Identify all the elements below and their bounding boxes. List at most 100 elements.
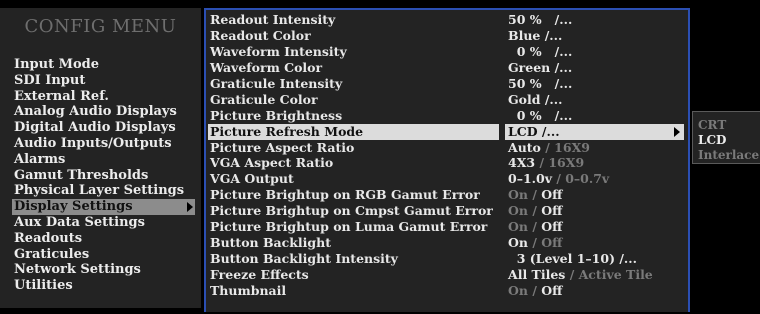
inactive-option: On / <box>508 203 542 219</box>
menu-item-label: Graticules <box>14 246 90 262</box>
inactive-option: / Off <box>527 235 563 251</box>
active-option: Off <box>541 187 563 203</box>
display-settings-panel: Readout Intensity 50 % /... Readout Color… <box>204 8 690 312</box>
setting-value[interactable]: 0–1.0v / 0–0.7v <box>508 171 684 187</box>
menu-item-label: Network Settings <box>14 262 141 278</box>
setting-row-graticule-color[interactable]: Graticule Color Gold /... <box>206 92 688 108</box>
active-option: Off <box>541 282 563 298</box>
setting-label: VGA Aspect Ratio <box>210 155 334 171</box>
setting-row-vga-output[interactable]: VGA Output 0–1.0v / 0–0.7v <box>206 171 688 187</box>
menu-item-label: External Ref. <box>14 88 109 104</box>
menu-item-label: Input Mode <box>14 57 100 72</box>
setting-row-waveform-color[interactable]: Waveform Color Green /... <box>206 60 688 76</box>
menu-list: Input Mode SDI Input External Ref. Analo… <box>12 57 198 294</box>
submenu-option-lcd[interactable]: LCD <box>693 133 759 148</box>
setting-value[interactable]: All Tiles / Active Tile <box>508 267 684 283</box>
setting-label: Freeze Effects <box>210 267 309 282</box>
setting-value[interactable]: On / Off <box>508 203 684 219</box>
menu-item-label: Alarms <box>14 151 66 167</box>
menu-item-label: Gamut Thresholds <box>14 167 149 183</box>
refresh-mode-submenu: CRT LCD Interlace <box>692 111 760 164</box>
menu-item-label: Analog Audio Displays <box>14 104 177 120</box>
menu-item-sdi-input[interactable]: SDI Input <box>12 73 198 89</box>
setting-value[interactable]: 3 (Level 1–10) /... <box>508 251 684 267</box>
menu-item-utilities[interactable]: Utilities <box>12 278 198 294</box>
setting-value[interactable]: 50 % /... <box>508 12 684 28</box>
setting-row-button-backlight-intensity[interactable]: Button Backlight Intensity 3 (Level 1–10… <box>206 251 688 267</box>
active-option: Auto <box>508 139 541 155</box>
menu-item-label: Aux Data Settings <box>14 214 145 230</box>
setting-value[interactable]: On / Off <box>508 219 684 235</box>
setting-row-readout-intensity[interactable]: Readout Intensity 50 % /... <box>206 12 688 28</box>
setting-value[interactable]: On / Off <box>508 283 684 299</box>
setting-label: Graticule Color <box>210 91 318 107</box>
setting-label: Picture Brightup on Cmpst Gamut Error <box>210 203 493 219</box>
setting-row-graticule-intensity[interactable]: Graticule Intensity 50 % /... <box>206 76 688 92</box>
menu-item-analog-audio-displays[interactable]: Analog Audio Displays <box>12 104 198 120</box>
setting-value[interactable]: 0 % /... <box>508 108 684 124</box>
setting-value[interactable]: On / Off <box>508 235 684 251</box>
setting-row-freeze-effects[interactable]: Freeze Effects All Tiles / Active Tile <box>206 267 688 283</box>
menu-item-readouts[interactable]: Readouts <box>12 231 198 247</box>
setting-label: Graticule Intensity <box>210 75 343 91</box>
setting-label: VGA Output <box>210 171 294 187</box>
menu-item-gamut-thresholds[interactable]: Gamut Thresholds <box>12 168 198 184</box>
setting-label: Button Backlight <box>210 235 332 251</box>
setting-label: Waveform Intensity <box>210 43 347 59</box>
setting-row-brightup-cmpst-gamut-error[interactable]: Picture Brightup on Cmpst Gamut Error On … <box>206 203 688 219</box>
inactive-option: / 16X9 <box>540 139 590 155</box>
setting-label: Button Backlight Intensity <box>210 251 398 267</box>
menu-title: CONFIG MENU <box>24 16 177 37</box>
setting-label: Thumbnail <box>210 282 287 298</box>
submenu-arrow-icon <box>187 202 193 213</box>
setting-row-vga-aspect-ratio[interactable]: VGA Aspect Ratio 4X3 / 16X9 <box>206 155 688 171</box>
menu-item-graticules[interactable]: Graticules <box>12 247 198 263</box>
setting-row-brightup-luma-gamut-error[interactable]: Picture Brightup on Luma Gamut Error On /… <box>206 219 688 235</box>
menu-item-audio-inputs-outputs[interactable]: Audio Inputs/Outputs <box>12 136 198 152</box>
active-option: 0–1.0v <box>508 171 552 187</box>
setting-value[interactable]: 50 % /... <box>508 76 684 92</box>
submenu-option-crt[interactable]: CRT <box>693 118 759 133</box>
setting-value[interactable]: 0 % /... <box>508 44 684 60</box>
setting-row-button-backlight[interactable]: Button Backlight On / Off <box>206 235 688 251</box>
setting-value[interactable]: LCD /... <box>505 123 684 140</box>
setting-row-thumbnail[interactable]: Thumbnail On / Off <box>206 283 688 299</box>
setting-value[interactable]: Gold /... <box>508 92 684 108</box>
menu-item-digital-audio-displays[interactable]: Digital Audio Displays <box>12 120 198 136</box>
setting-value[interactable]: Blue /... <box>508 28 684 44</box>
menu-item-physical-layer-settings[interactable]: Physical Layer Settings <box>12 183 198 199</box>
menu-item-display-settings[interactable]: Display Settings <box>12 199 195 215</box>
setting-value[interactable]: 4X3 / 16X9 <box>508 155 684 171</box>
menu-item-label: Physical Layer Settings <box>14 183 185 199</box>
setting-value-text: LCD /... <box>508 123 560 139</box>
menu-item-label: Digital Audio Displays <box>14 120 176 136</box>
inactive-option: On / <box>508 187 542 203</box>
setting-value[interactable]: Green /... <box>508 60 684 76</box>
submenu-arrow-icon <box>674 126 680 137</box>
menu-item-label: Audio Inputs/Outputs <box>14 135 172 151</box>
menu-item-external-ref[interactable]: External Ref. <box>12 89 198 105</box>
menu-item-label: Display Settings <box>14 199 133 215</box>
setting-row-picture-aspect-ratio[interactable]: Picture Aspect Ratio Auto / 16X9 <box>206 140 688 156</box>
menu-item-aux-data-settings[interactable]: Aux Data Settings <box>12 215 198 231</box>
setting-label: Picture Brightup on RGB Gamut Error <box>210 187 480 203</box>
setting-value[interactable]: On / Off <box>508 187 684 203</box>
setting-row-waveform-intensity[interactable]: Waveform Intensity 0 % /... <box>206 44 688 60</box>
active-option: 4X3 <box>508 155 536 171</box>
setting-label: Picture Brightness <box>210 107 343 123</box>
setting-row-readout-color[interactable]: Readout Color Blue /... <box>206 28 688 44</box>
setting-row-picture-brightness[interactable]: Picture Brightness 0 % /... <box>206 108 688 124</box>
setting-label: Picture Aspect Ratio <box>210 139 355 155</box>
active-option: Off <box>541 219 563 235</box>
setting-row-picture-refresh-mode[interactable]: Picture Refresh Mode LCD /... <box>206 123 688 140</box>
inactive-option: / 16X9 <box>535 155 585 171</box>
setting-label: Readout Color <box>210 27 311 43</box>
menu-item-input-mode[interactable]: Input Mode <box>12 57 198 73</box>
submenu-option-interlace[interactable]: Interlace <box>693 148 759 163</box>
setting-row-brightup-rgb-gamut-error[interactable]: Picture Brightup on RGB Gamut Error On / … <box>206 187 688 203</box>
setting-label: Picture Brightup on Luma Gamut Error <box>210 219 488 235</box>
menu-item-alarms[interactable]: Alarms <box>12 152 198 168</box>
setting-value[interactable]: Auto / 16X9 <box>508 140 684 156</box>
active-option: On <box>508 235 528 251</box>
menu-item-network-settings[interactable]: Network Settings <box>12 262 198 278</box>
